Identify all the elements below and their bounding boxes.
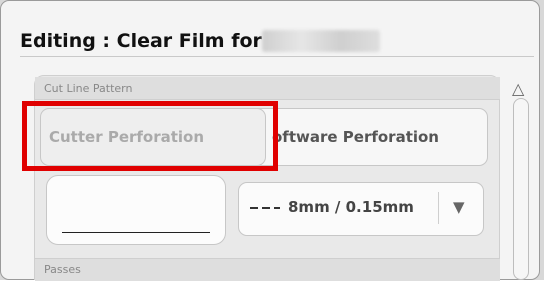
scrollbar-thumb[interactable]	[513, 98, 529, 280]
cut-line-preview	[46, 175, 226, 245]
software-perforation-button[interactable]: oftware Perforation	[246, 108, 488, 166]
dropdown-arrow-icon[interactable]: ▼	[453, 198, 465, 216]
highlight-box	[22, 101, 278, 171]
dropdown-separator	[438, 192, 439, 224]
preview-line	[62, 232, 210, 233]
cut-line-pattern-label: Cut Line Pattern	[44, 82, 133, 95]
software-perforation-label: oftware Perforation	[272, 128, 439, 146]
dialog-title: Editing : Clear Film for	[20, 30, 262, 52]
redacted-name-blur	[262, 30, 380, 52]
passes-label: Passes	[44, 263, 81, 276]
dash-pattern-icon	[250, 207, 280, 209]
scroll-up-arrow-icon[interactable]: △	[512, 79, 524, 98]
title-divider	[20, 56, 534, 57]
line-style-value: 8mm / 0.15mm	[288, 198, 414, 216]
passes-header	[35, 258, 500, 281]
